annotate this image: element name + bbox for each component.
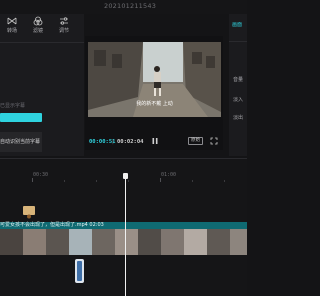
window-title: 202101211543 [104, 2, 157, 10]
sticker-icon [27, 214, 31, 219]
tab-adjust-label: 调节 [58, 28, 69, 34]
ruler-tick [192, 180, 193, 182]
filter-icon [33, 16, 43, 26]
sticker-clip[interactable] [23, 206, 35, 219]
clip-thumbnail [46, 229, 69, 255]
timeline[interactable]: 00:30 01:00 可爱女孩不会出现了，但是出现了.mp4 02:03 [0, 158, 247, 296]
video-clip[interactable] [0, 229, 247, 255]
time-separator: | [112, 139, 114, 145]
window-title-bar: 202101211543 [0, 0, 247, 14]
clip-thumbnail [69, 229, 92, 255]
auto-recognize-option[interactable]: 自动识别当前字幕 [0, 132, 42, 152]
aspect-ratio-button[interactable]: 原始 [188, 137, 203, 145]
clip-thumbnail [92, 229, 115, 255]
clip-thumbnail [207, 229, 230, 255]
auto-recognize-label: 自动识别当前字幕 [0, 139, 41, 145]
video-clip-header[interactable]: 可爱女孩不会出现了，但是出现了.mp4 02:03 [0, 222, 247, 229]
audio-clip[interactable] [75, 259, 84, 283]
ruler-label: 00:30 [33, 172, 49, 178]
adjust-icon [60, 17, 68, 25]
clip-title: 可爱女孩不会出现了，但是出现了.mp4 02:03 [0, 222, 104, 228]
clip-thumbnail [115, 229, 138, 255]
transition-icon [7, 17, 17, 25]
left-panel: 转场 滤镜 调节 已显示字幕 自动识别当前字幕 [0, 14, 84, 156]
volume-label: 音量 [233, 77, 244, 83]
ruler-tick [160, 178, 161, 182]
playhead[interactable] [125, 173, 126, 296]
video-preview[interactable]: 我的新不戴 上动 [88, 42, 221, 117]
tab-transition[interactable]: 转场 [0, 16, 25, 40]
fade-in-label: 淡入 [233, 97, 244, 103]
ruler-tick [96, 180, 97, 182]
clip-thumbnail [230, 229, 247, 255]
ruler-tick [224, 180, 225, 182]
tab-filter-label: 滤镜 [32, 28, 43, 34]
ruler-tick [32, 178, 33, 182]
clip-thumbnail [161, 229, 184, 255]
ruler-label: 01:00 [161, 172, 177, 178]
divider [0, 42, 84, 43]
divider [0, 158, 247, 159]
playhead-handle[interactable] [123, 173, 128, 179]
divider [229, 41, 247, 42]
ruler-tick [128, 180, 129, 182]
clip-thumbnail [0, 229, 23, 255]
pause-icon[interactable] [151, 137, 159, 145]
total-time: 00:02:04 [117, 139, 144, 145]
tab-transition-label: 转场 [6, 28, 17, 34]
clip-thumbnail [184, 229, 207, 255]
video-player: 我的新不戴 上动 00:00:51 | 00:02:04 原始 [85, 36, 223, 150]
fullscreen-icon[interactable] [210, 137, 218, 145]
subtitle-status-text: 已显示字幕 [0, 103, 26, 109]
audio-waveform [77, 261, 82, 281]
recognize-button[interactable] [0, 113, 42, 122]
tab-adjust[interactable]: 调节 [51, 16, 77, 40]
ruler-tick [64, 180, 65, 182]
tab-filter[interactable]: 滤镜 [25, 16, 51, 40]
clip-thumbnail [138, 229, 161, 255]
fade-out-label: 淡出 [233, 115, 244, 121]
clip-thumbnail [23, 229, 46, 255]
tool-tabs: 转场 滤镜 调节 [0, 14, 84, 42]
subtitle-text: 我的新不戴 上动 [136, 101, 173, 107]
tab-picture[interactable]: 画面 [232, 21, 242, 28]
right-panel: 画面 音量 淡入 淡出 [229, 14, 247, 156]
